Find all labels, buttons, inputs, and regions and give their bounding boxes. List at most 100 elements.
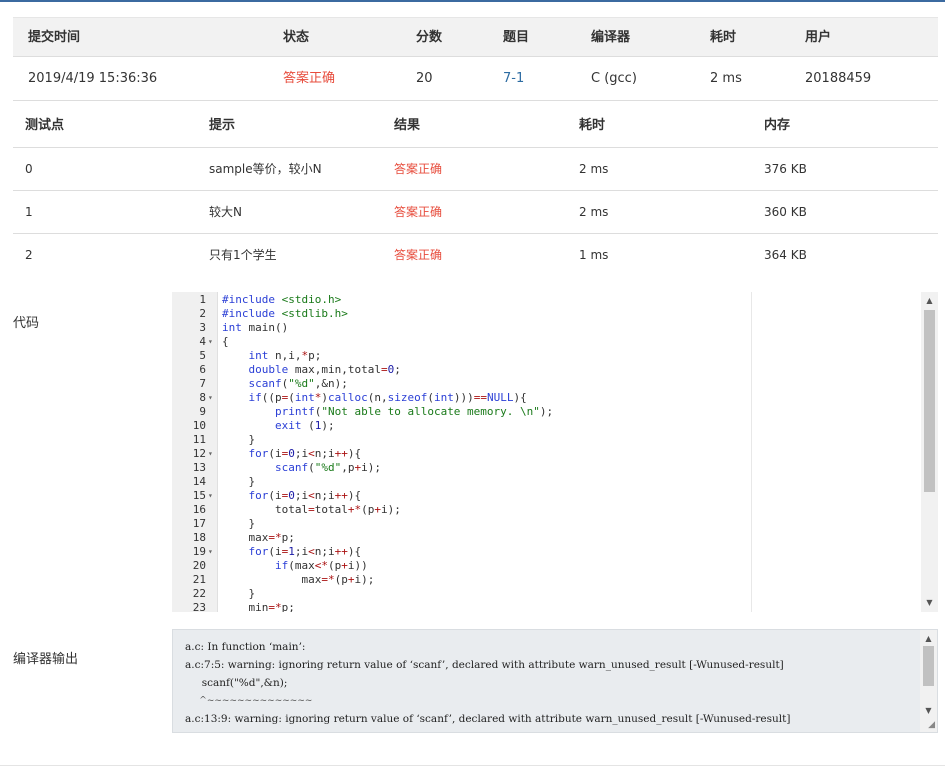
- code-text: scanf("%d",p+i);: [274, 461, 381, 474]
- header-testcase: 测试点: [25, 118, 65, 133]
- code-line: 3 int main(): [172, 321, 922, 335]
- code-text: double max,min,total=0;: [248, 363, 401, 376]
- testcase-row: 1 较大N 答案正确 2 ms 360 KB: [13, 191, 938, 234]
- code-text: for(i=1;i<n;i++){: [248, 545, 362, 558]
- code-text: }: [222, 517, 256, 530]
- header-memory: 内存: [764, 118, 791, 133]
- fold-toggle-icon[interactable]: ▾: [208, 545, 216, 559]
- fold-toggle-icon[interactable]: ▾: [208, 391, 216, 405]
- code-text: #include <stdlib.h>: [222, 307, 348, 320]
- line-number: 7: [199, 377, 206, 390]
- line-number: 10: [192, 419, 206, 432]
- code-scrollbar[interactable]: ▲ ▼: [921, 292, 938, 612]
- compiler-output-line: scanf("%d",&n);: [185, 677, 288, 689]
- testcase-id: 0: [25, 162, 33, 176]
- line-number: 11: [192, 433, 206, 446]
- header-problem: 题目: [503, 30, 530, 45]
- submission-compiler: C (gcc): [591, 71, 637, 86]
- line-number: 15: [192, 489, 206, 502]
- code-line: 6 double max,min,total=0;: [172, 363, 922, 377]
- submission-problem-link[interactable]: 7-1: [503, 57, 524, 101]
- testcase-hint: sample等价，较小N: [209, 162, 322, 176]
- testcase-id: 1: [25, 205, 33, 219]
- chevron-up-icon[interactable]: ▲: [921, 294, 938, 308]
- code-label: 代码: [13, 316, 40, 331]
- compiler-output-scrollbar-thumb[interactable]: [923, 646, 934, 686]
- testcase-memory: 376 KB: [764, 162, 807, 176]
- line-number: 12: [192, 447, 206, 460]
- code-line: 4 ▾ {: [172, 335, 922, 349]
- compiler-output-line: a.c: In function ‘main’:: [185, 641, 306, 653]
- code-line: 15 ▾ for(i=0;i<n;i++){: [172, 489, 922, 503]
- code-text: }: [222, 475, 256, 488]
- code-text: max=*(p+i);: [222, 573, 375, 586]
- code-text: min=*p;: [222, 601, 295, 612]
- line-number: 5: [199, 349, 206, 362]
- line-number: 14: [192, 475, 206, 488]
- line-number: 6: [199, 363, 206, 376]
- testcase-memory: 360 KB: [764, 205, 807, 219]
- chevron-up-icon[interactable]: ▲: [920, 632, 937, 646]
- submission-status: 答案正确: [283, 71, 336, 86]
- code-line: 1 #include <stdio.h>: [172, 293, 922, 307]
- chevron-down-icon[interactable]: ▼: [921, 596, 938, 610]
- code-line: 19 ▾ for(i=1;i<n;i++){: [172, 545, 922, 559]
- code-text: for(i=0;i<n;i++){: [248, 489, 362, 502]
- header-result: 结果: [394, 118, 421, 133]
- code-text: exit (1);: [274, 419, 335, 432]
- code-text: #include <stdio.h>: [222, 293, 342, 306]
- line-number: 9: [199, 405, 206, 418]
- header-hint: 提示: [209, 118, 236, 133]
- code-line: 13 scanf("%d",p+i);: [172, 461, 922, 475]
- fold-toggle-icon[interactable]: ▾: [208, 335, 216, 349]
- line-number: 23: [192, 601, 206, 612]
- code-text: }: [222, 433, 256, 446]
- line-number: 17: [192, 517, 206, 530]
- line-number: 22: [192, 587, 206, 600]
- line-number: 18: [192, 531, 206, 544]
- code-line: 16 total=total+*(p+i);: [172, 503, 922, 517]
- code-lines: 1 #include <stdio.h> 2 #include <stdlib.h> 3…: [172, 293, 922, 612]
- submission-score: 20: [416, 71, 433, 86]
- chevron-down-icon[interactable]: ▼: [920, 704, 937, 718]
- fold-toggle-icon[interactable]: ▾: [208, 489, 216, 503]
- header-duration: 耗时: [710, 30, 737, 45]
- code-line: 11 }: [172, 433, 922, 447]
- testcase-time: 2 ms: [579, 162, 609, 176]
- code-text: if((p=(int*)calloc(n,sizeof(int)))==NULL…: [248, 391, 527, 404]
- line-number: 8: [199, 391, 206, 404]
- compiler-output-text: a.c: In function ‘main’: a.c:7:5: warnin…: [185, 638, 915, 728]
- code-line: 8 ▾ if((p=(int*)calloc(n,sizeof(int)))==N…: [172, 391, 922, 405]
- compiler-output-line: a.c:7:5: warning: ignoring return value …: [185, 659, 784, 671]
- line-number: 13: [192, 461, 206, 474]
- submission-row: 2019/4/19 15:36:36 答案正确 20 7-1 C (gcc) 2…: [13, 57, 938, 101]
- line-number: 19: [192, 545, 206, 558]
- testcase-header-row: 测试点 提示 结果 耗时 内存: [13, 103, 938, 148]
- testcase-memory: 364 KB: [764, 248, 807, 262]
- code-line: 5 int n,i,*p;: [172, 349, 922, 363]
- compiler-output-box[interactable]: a.c: In function ‘main’: a.c:7:5: warnin…: [172, 629, 938, 733]
- code-line: 22 }: [172, 587, 922, 601]
- compiler-output-scrollbar[interactable]: ▲ ▼: [920, 630, 937, 732]
- testcase-result: 答案正确: [394, 205, 443, 219]
- code-line: 12 ▾ for(i=0;i<n;i++){: [172, 447, 922, 461]
- code-text: for(i=0;i<n;i++){: [248, 447, 362, 460]
- code-scrollbar-thumb[interactable]: [924, 310, 935, 492]
- line-number: 2: [199, 307, 206, 320]
- submission-duration: 2 ms: [710, 71, 742, 86]
- resize-grip-icon[interactable]: ◢: [928, 720, 935, 730]
- header-time: 耗时: [579, 118, 606, 133]
- code-line: 18 max=*p;: [172, 531, 922, 545]
- header-submit-time: 提交时间: [28, 30, 81, 45]
- code-text: scanf("%d",&n);: [248, 377, 348, 390]
- header-status: 状态: [283, 30, 310, 45]
- testcase-result: 答案正确: [394, 162, 443, 176]
- code-text: max=*p;: [222, 531, 295, 544]
- compiler-output-label: 编译器输出: [13, 652, 79, 667]
- fold-toggle-icon[interactable]: ▾: [208, 447, 216, 461]
- code-editor[interactable]: 1 #include <stdio.h> 2 #include <stdlib.h> 3…: [172, 292, 938, 612]
- code-text: total=total+*(p+i);: [222, 503, 401, 516]
- testcase-hint: 较大N: [209, 205, 242, 219]
- code-text: }: [222, 587, 256, 600]
- header-score: 分数: [416, 30, 443, 45]
